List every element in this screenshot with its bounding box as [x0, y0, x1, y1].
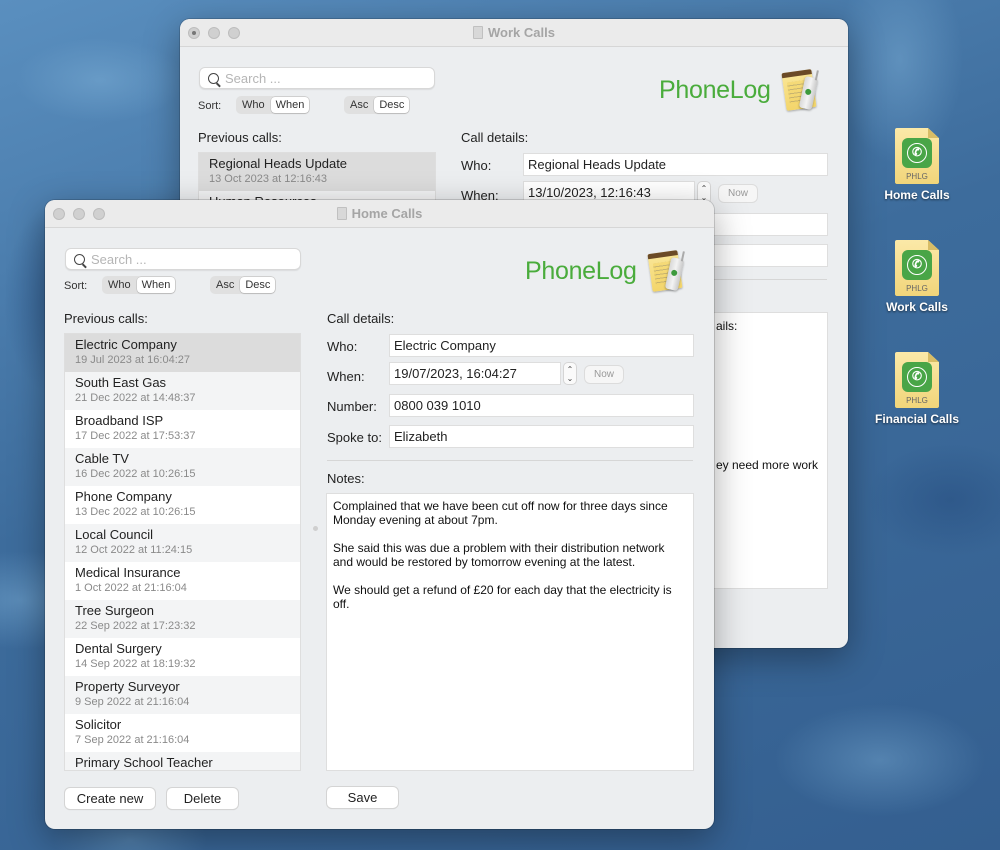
desktop-icon-label: Work Calls: [886, 300, 948, 314]
notes-fragment: ails:: [716, 319, 738, 333]
number-label: Number:: [327, 399, 377, 414]
desktop-icon-work-calls[interactable]: ✆ PHLG Work Calls: [862, 240, 972, 314]
phonelog-app-icon: [781, 67, 826, 113]
document-icon: [473, 26, 484, 39]
create-new-button[interactable]: Create new: [65, 788, 155, 809]
close-button[interactable]: [53, 208, 65, 220]
desktop-icon-financial-calls[interactable]: ✆ PHLG Financial Calls: [862, 352, 972, 426]
notes-fragment: ey need more work: [716, 458, 819, 472]
desktop-icon-home-calls[interactable]: ✆ PHLG Home Calls: [862, 128, 972, 202]
app-logo-text: PhoneLog: [525, 257, 637, 285]
sort-asc[interactable]: Asc: [211, 277, 239, 293]
when-label: When:: [327, 369, 365, 384]
sort-when[interactable]: When: [270, 97, 310, 113]
phonelog-document-icon: ✆ PHLG: [895, 352, 939, 408]
document-icon: [336, 207, 347, 220]
sort-desc[interactable]: Desc: [240, 277, 276, 293]
when-field[interactable]: [390, 363, 560, 384]
spoke-to-field[interactable]: [390, 426, 693, 447]
now-button[interactable]: Now: [585, 366, 624, 383]
save-button[interactable]: Save: [327, 787, 398, 808]
phonelog-document-icon: ✆ PHLG: [895, 240, 939, 296]
call-details-label: Call details:: [461, 130, 529, 145]
list-item[interactable]: Primary School Teacher: [65, 752, 300, 770]
sort-order-control[interactable]: Asc Desc: [210, 276, 277, 294]
who-label: Who:: [461, 158, 492, 173]
minimize-button[interactable]: [73, 208, 85, 220]
title-bar[interactable]: Work Calls: [180, 19, 848, 47]
list-item[interactable]: Solicitor 7 Sep 2022 at 21:16:04: [65, 714, 300, 752]
list-item[interactable]: Dental Surgery 14 Sep 2022 at 18:19:32: [65, 638, 300, 676]
list-item[interactable]: Local Council 12 Oct 2022 at 11:24:15: [65, 524, 300, 562]
title-bar[interactable]: Home Calls: [45, 200, 714, 228]
spoke-to-label: Spoke to:: [327, 430, 382, 445]
delete-button[interactable]: Delete: [167, 788, 238, 809]
sort-desc[interactable]: Desc: [374, 97, 410, 113]
phonelog-app-icon: [647, 248, 692, 294]
sort-asc[interactable]: Asc: [345, 97, 373, 113]
sort-order-control[interactable]: Asc Desc: [344, 96, 411, 114]
sort-by-control[interactable]: Who When: [236, 96, 311, 114]
zoom-button[interactable]: [228, 27, 240, 39]
list-item[interactable]: Property Surveyor 9 Sep 2022 at 21:16:04: [65, 676, 300, 714]
search-input[interactable]: [91, 251, 281, 267]
desktop-icon-label: Financial Calls: [874, 412, 960, 426]
window-title: Home Calls: [351, 206, 423, 221]
sort-label: Sort:: [64, 280, 88, 292]
divider: [327, 460, 693, 461]
notes-label: Notes:: [327, 471, 365, 486]
zoom-button[interactable]: [93, 208, 105, 220]
search-field[interactable]: [199, 67, 435, 89]
sort-when[interactable]: When: [136, 277, 176, 293]
sort-by-control[interactable]: Who When: [102, 276, 177, 294]
call-details-label: Call details:: [327, 311, 395, 326]
list-item[interactable]: South East Gas 21 Dec 2022 at 14:48:37: [65, 372, 300, 410]
who-field[interactable]: [524, 154, 827, 175]
phonelog-document-icon: ✆ PHLG: [895, 128, 939, 184]
stepper-down-icon[interactable]: ⌄: [564, 374, 576, 383]
search-icon: [208, 72, 219, 84]
notes-text-area[interactable]: Complained that we have been cut off now…: [327, 494, 693, 770]
window-title: Work Calls: [488, 25, 555, 40]
list-item[interactable]: Electric Company 19 Jul 2023 at 16:04:27: [65, 334, 300, 372]
sort-who[interactable]: Who: [237, 97, 270, 113]
list-item[interactable]: Phone Company 13 Dec 2022 at 10:26:15: [65, 486, 300, 524]
previous-calls-label: Previous calls:: [64, 311, 148, 326]
who-label: Who:: [327, 339, 358, 354]
search-icon: [74, 253, 85, 265]
date-stepper[interactable]: ⌃ ⌄: [564, 363, 576, 384]
stepper-up-icon[interactable]: ⌃: [564, 365, 576, 374]
list-item[interactable]: Medical Insurance 1 Oct 2022 at 21:16:04: [65, 562, 300, 600]
who-field[interactable]: [390, 335, 693, 356]
search-field[interactable]: [65, 248, 301, 270]
list-item[interactable]: Tree Surgeon 22 Sep 2022 at 17:23:32: [65, 600, 300, 638]
calls-list[interactable]: Electric Company 19 Jul 2023 at 16:04:27 …: [65, 334, 300, 770]
list-item[interactable]: Broadband ISP 17 Dec 2022 at 17:53:37: [65, 410, 300, 448]
sort-label: Sort:: [198, 100, 222, 112]
list-item[interactable]: Cable TV 16 Dec 2022 at 10:26:15: [65, 448, 300, 486]
list-item[interactable]: Regional Heads Update 13 Oct 2023 at 12:1…: [199, 153, 435, 191]
split-view-handle[interactable]: [313, 526, 318, 531]
sort-who[interactable]: Who: [103, 277, 136, 293]
minimize-button[interactable]: [208, 27, 220, 39]
number-field[interactable]: [390, 395, 693, 416]
home-calls-window: Home Calls Sort: Who When Asc Desc Phone…: [45, 200, 714, 829]
previous-calls-label: Previous calls:: [198, 130, 282, 145]
search-input[interactable]: [225, 70, 415, 86]
close-button[interactable]: [188, 27, 200, 39]
app-logo-text: PhoneLog: [659, 76, 771, 104]
desktop-icon-label: Home Calls: [884, 188, 950, 202]
now-button[interactable]: Now: [719, 185, 758, 202]
